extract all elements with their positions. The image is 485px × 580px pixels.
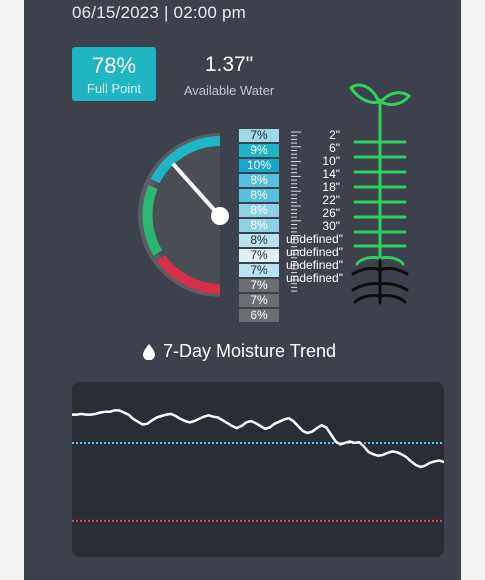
gauge-hub — [211, 207, 229, 225]
moisture-percent-column: 7% 9% 10% 8% 8% 8% 8% 8% 7% 7% 7% 7% 6% — [239, 129, 279, 324]
available-water-label: Available Water — [183, 83, 275, 98]
timestamp: 06/15/2023 | 02:00 pm — [72, 3, 247, 22]
trend-title-text: 7-Day Moisture Trend — [163, 341, 337, 361]
moisture-trend-line — [72, 409, 444, 469]
trend-chart — [72, 382, 444, 557]
full-point-badge[interactable]: 78% Full Point — [72, 47, 156, 101]
depth-moisture-cell: 6% — [239, 309, 279, 322]
trend-title: 7-Day Moisture Trend — [143, 341, 336, 362]
depth-moisture-cell: 10% — [239, 159, 279, 172]
right-edge — [461, 0, 485, 580]
depth-moisture-cell: 8% — [239, 219, 279, 232]
depth-moisture-cell: 7% — [239, 279, 279, 292]
water-drop-icon — [143, 343, 155, 360]
depth-moisture-cell: 7% — [239, 294, 279, 307]
depth-moisture-cell: 7% — [239, 249, 279, 262]
depth-moisture-cell: 8% — [239, 234, 279, 247]
depth-label-column: 2" 6" 10" 14" 18" 22" 26" 30" undefined" undefine… — [286, 129, 343, 298]
plant-icon — [349, 83, 412, 305]
depth-moisture-cell: 7% — [239, 264, 279, 277]
available-water-value: 1.37" — [204, 53, 254, 76]
trend-chart-svg — [72, 409, 444, 522]
depth-moisture-cell: 8% — [239, 174, 279, 187]
depth-label: undefined" — [286, 271, 343, 285]
moisture-gauge — [138, 133, 229, 297]
left-edge — [0, 0, 24, 580]
depth-moisture-cell: 7% — [239, 129, 279, 142]
available-water: 1.37" Available Water — [172, 53, 286, 98]
depth-moisture-cell: 9% — [239, 144, 279, 157]
depth-moisture-cell: 8% — [239, 204, 279, 217]
depth-moisture-cell: 8% — [239, 189, 279, 202]
full-point-label: Full Point — [86, 81, 142, 96]
depth-label — [286, 285, 340, 298]
full-point-value: 78% — [91, 53, 137, 78]
